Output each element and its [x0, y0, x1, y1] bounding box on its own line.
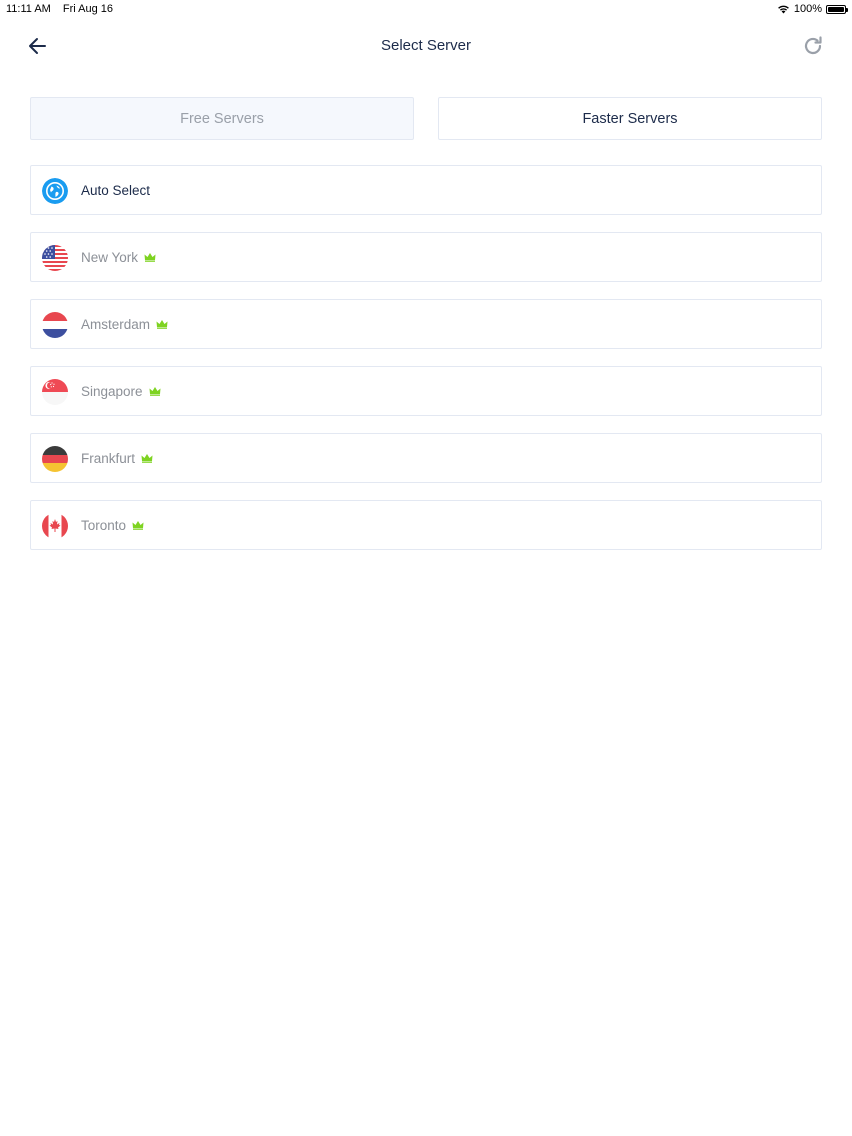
tab-free-servers[interactable]: Free Servers	[30, 97, 414, 140]
server-name-text: Frankfurt	[81, 450, 136, 466]
nav-bar: Select Server	[0, 28, 852, 64]
auto-select-row[interactable]: Auto Select	[30, 165, 822, 215]
server-name-text: Toronto	[81, 517, 127, 533]
page-title: Select Server	[380, 37, 472, 54]
crown-icon	[132, 521, 144, 530]
crown-icon	[149, 387, 161, 396]
status-left: 11:11 AM Fri Aug 16	[6, 3, 122, 15]
server-name: Frankfurt	[81, 451, 153, 466]
crown-icon	[144, 253, 156, 262]
server-tabs: Free Servers Faster Servers	[30, 97, 822, 140]
sg-flag-icon	[42, 379, 68, 405]
status-right: 100%	[777, 3, 848, 15]
wifi-icon	[777, 5, 789, 14]
globe-icon	[42, 178, 68, 204]
tab-faster-servers[interactable]: Faster Servers	[438, 97, 822, 140]
server-name-text: New York	[81, 249, 139, 265]
server-name: Singapore	[81, 384, 161, 399]
server-row-frankfurt[interactable]: Frankfurt	[30, 433, 822, 483]
server-name: Amsterdam	[81, 317, 168, 332]
ca-flag-icon	[42, 513, 68, 539]
server-name: New York	[81, 250, 156, 265]
server-name-text: Singapore	[81, 383, 143, 399]
de-flag-icon	[42, 446, 68, 472]
status-time: 11:11 AM	[6, 3, 51, 15]
status-date: Fri Aug 16	[62, 3, 114, 15]
crown-icon	[156, 320, 168, 329]
server-row-new-york[interactable]: New York	[30, 232, 822, 282]
battery-percent: 100%	[793, 3, 822, 15]
status-bar: 11:11 AM Fri Aug 16 100%	[0, 0, 852, 18]
battery-fill	[828, 6, 844, 12]
server-name: Toronto	[81, 518, 144, 533]
refresh-button[interactable]	[802, 35, 824, 57]
server-row-toronto[interactable]: Toronto	[30, 500, 822, 550]
server-list: Auto Select New York Amsterdam Singapore…	[30, 165, 822, 567]
refresh-icon	[804, 36, 822, 55]
crown-icon	[141, 454, 153, 463]
server-name-text: Amsterdam	[81, 316, 151, 332]
battery-icon	[826, 4, 848, 14]
auto-select-label: Auto Select	[81, 182, 151, 198]
nl-flag-icon	[42, 312, 68, 338]
server-row-amsterdam[interactable]: Amsterdam	[30, 299, 822, 349]
us-flag-icon	[42, 245, 68, 271]
server-row-singapore[interactable]: Singapore	[30, 366, 822, 416]
